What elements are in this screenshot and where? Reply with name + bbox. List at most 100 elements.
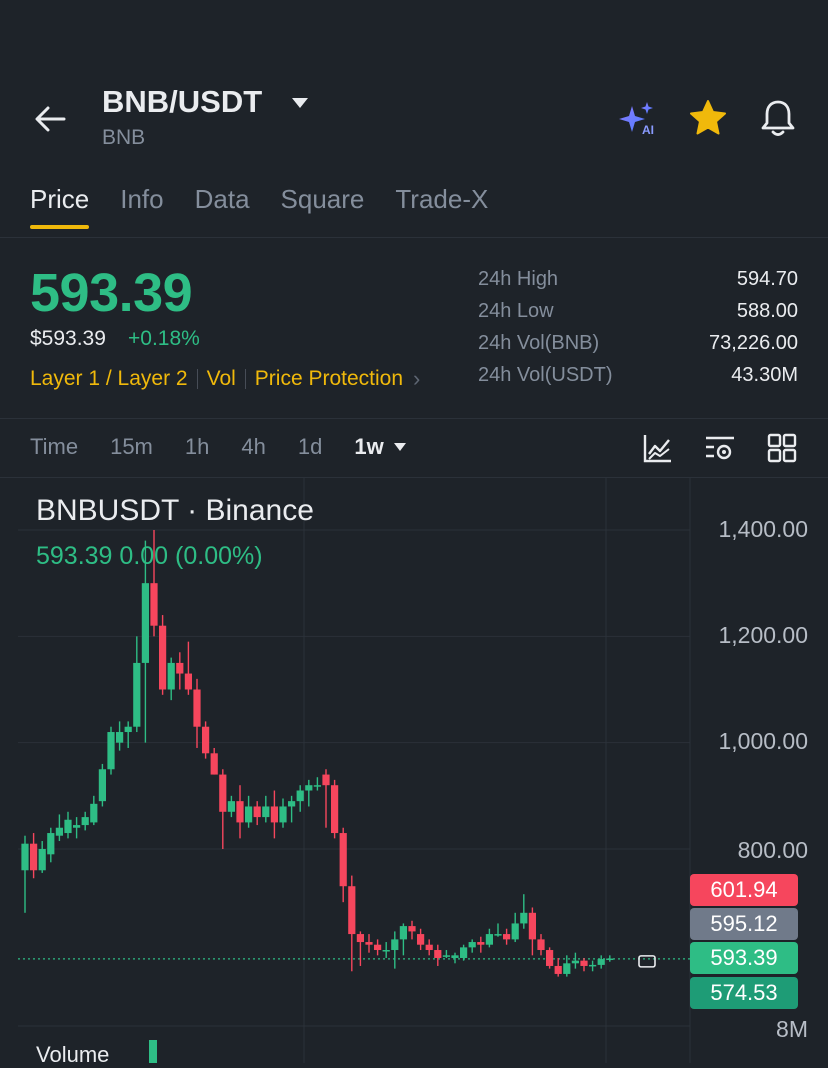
last-price: 593.39 [30, 263, 193, 323]
candle-body [193, 689, 201, 727]
tab-price[interactable]: Price [30, 184, 90, 229]
stat-value-24h-vol-usdt: 43.30M [731, 364, 798, 386]
interval-15m[interactable]: 15m [110, 434, 153, 460]
price-change-percent: +0.18% [128, 327, 200, 350]
interval-1d[interactable]: 1d [298, 434, 322, 460]
stat-label-24h-vol-usdt: 24h Vol(USDT) [478, 364, 613, 386]
candle-body [296, 790, 304, 802]
candle-body [468, 942, 476, 948]
candle-body [202, 726, 210, 754]
pair-dropdown-caret-icon[interactable] [290, 96, 310, 110]
favorite-star-icon[interactable] [688, 98, 728, 138]
usd-price: $593.39 [30, 327, 106, 350]
chevron-right-icon[interactable]: › [413, 366, 420, 392]
volume-bar [149, 1040, 157, 1063]
tag-price-protection[interactable]: Price Protection [255, 367, 403, 391]
candle-body [589, 964, 597, 967]
candle-body [511, 923, 519, 940]
candle-body [116, 732, 124, 743]
candle-body [64, 819, 72, 834]
alert-bell-icon[interactable] [760, 98, 796, 138]
interval-1w-label: 1w [354, 434, 384, 459]
candle-body [210, 753, 218, 775]
indicator-chart-icon[interactable] [642, 432, 674, 464]
chart-settings-icon[interactable] [704, 432, 736, 464]
back-arrow-icon[interactable] [30, 100, 70, 140]
candle-body [219, 774, 227, 812]
candle-body [494, 934, 502, 936]
ai-sparkle-icon[interactable]: AI [616, 100, 658, 138]
candle-body [167, 662, 175, 690]
candle-body [55, 827, 63, 836]
stat-label-24h-vol-bnb: 24h Vol(BNB) [478, 332, 600, 354]
candle-body [520, 912, 528, 924]
divider [0, 237, 828, 238]
candle-body [227, 801, 235, 812]
pair-title[interactable]: BNB/USDT [102, 84, 262, 120]
volume-axis-tick: 8M [776, 1016, 808, 1042]
candle-body [382, 950, 390, 952]
tab-data[interactable]: Data [195, 184, 250, 229]
candle-body [313, 785, 321, 787]
candle-body [279, 806, 287, 823]
interval-1w[interactable]: 1w [354, 434, 407, 460]
interval-time[interactable]: Time [30, 434, 78, 460]
tab-square[interactable]: Square [281, 184, 365, 229]
candle-body [597, 959, 605, 965]
interval-1h[interactable]: 1h [185, 434, 209, 460]
candle-body [38, 849, 46, 871]
candle-body [485, 934, 493, 945]
layout-grid-icon[interactable] [766, 432, 798, 464]
candle-body [399, 926, 407, 940]
candle-body [124, 726, 132, 733]
stat-value-24h-low: 588.00 [736, 300, 798, 322]
stat-label-24h-low: 24h Low [478, 300, 554, 322]
candle-body [356, 934, 364, 943]
ai-badge-text: AI [642, 123, 654, 137]
candle-body [262, 806, 270, 818]
candle-body [339, 833, 347, 887]
price-tag-open: 595.12 [690, 908, 798, 940]
tag-divider [196, 369, 198, 389]
candle-body [331, 785, 339, 834]
candle-body [47, 833, 55, 855]
candle-body [73, 825, 81, 828]
candle-body [184, 673, 192, 690]
main-tabs: Price Info Data Square Trade-X [30, 184, 519, 229]
candle-body [133, 662, 141, 727]
tag-divider [244, 369, 246, 389]
candle-body [563, 963, 571, 974]
tag-row: Layer 1 / Layer 2 Vol Price Protection › [30, 366, 420, 392]
base-asset-label: BNB [102, 126, 146, 149]
candle-body [391, 939, 399, 951]
candle-body [477, 942, 485, 945]
candle-body [253, 806, 261, 818]
candle-body [528, 912, 536, 940]
tab-info[interactable]: Info [120, 184, 163, 229]
candle-body [434, 950, 442, 958]
candle-body [417, 934, 425, 945]
candle-body [98, 769, 106, 802]
y-axis-tick: 1,400.00 [718, 516, 808, 542]
tag-layer[interactable]: Layer 1 / Layer 2 [30, 367, 188, 391]
candle-body [348, 886, 356, 935]
candle-body [236, 801, 244, 823]
candle-body [365, 942, 373, 945]
candle-body [322, 774, 330, 786]
candle-body [460, 947, 468, 958]
current-candle-marker [638, 955, 656, 968]
candle-body [537, 939, 545, 951]
candle-body [245, 806, 253, 823]
stat-label-24h-high: 24h High [478, 268, 559, 290]
candle-body [81, 817, 89, 826]
candle-body [408, 926, 416, 932]
candle-body [159, 625, 167, 690]
tag-vol[interactable]: Vol [207, 367, 236, 391]
candle-body [305, 785, 313, 791]
y-axis-tick: 1,200.00 [718, 622, 808, 648]
tab-trade-x[interactable]: Trade-X [395, 184, 488, 229]
stat-value-24h-high: 594.70 [736, 268, 798, 290]
interval-4h[interactable]: 4h [241, 434, 265, 460]
candle-body [150, 583, 158, 626]
price-tag-high: 601.94 [690, 874, 798, 906]
